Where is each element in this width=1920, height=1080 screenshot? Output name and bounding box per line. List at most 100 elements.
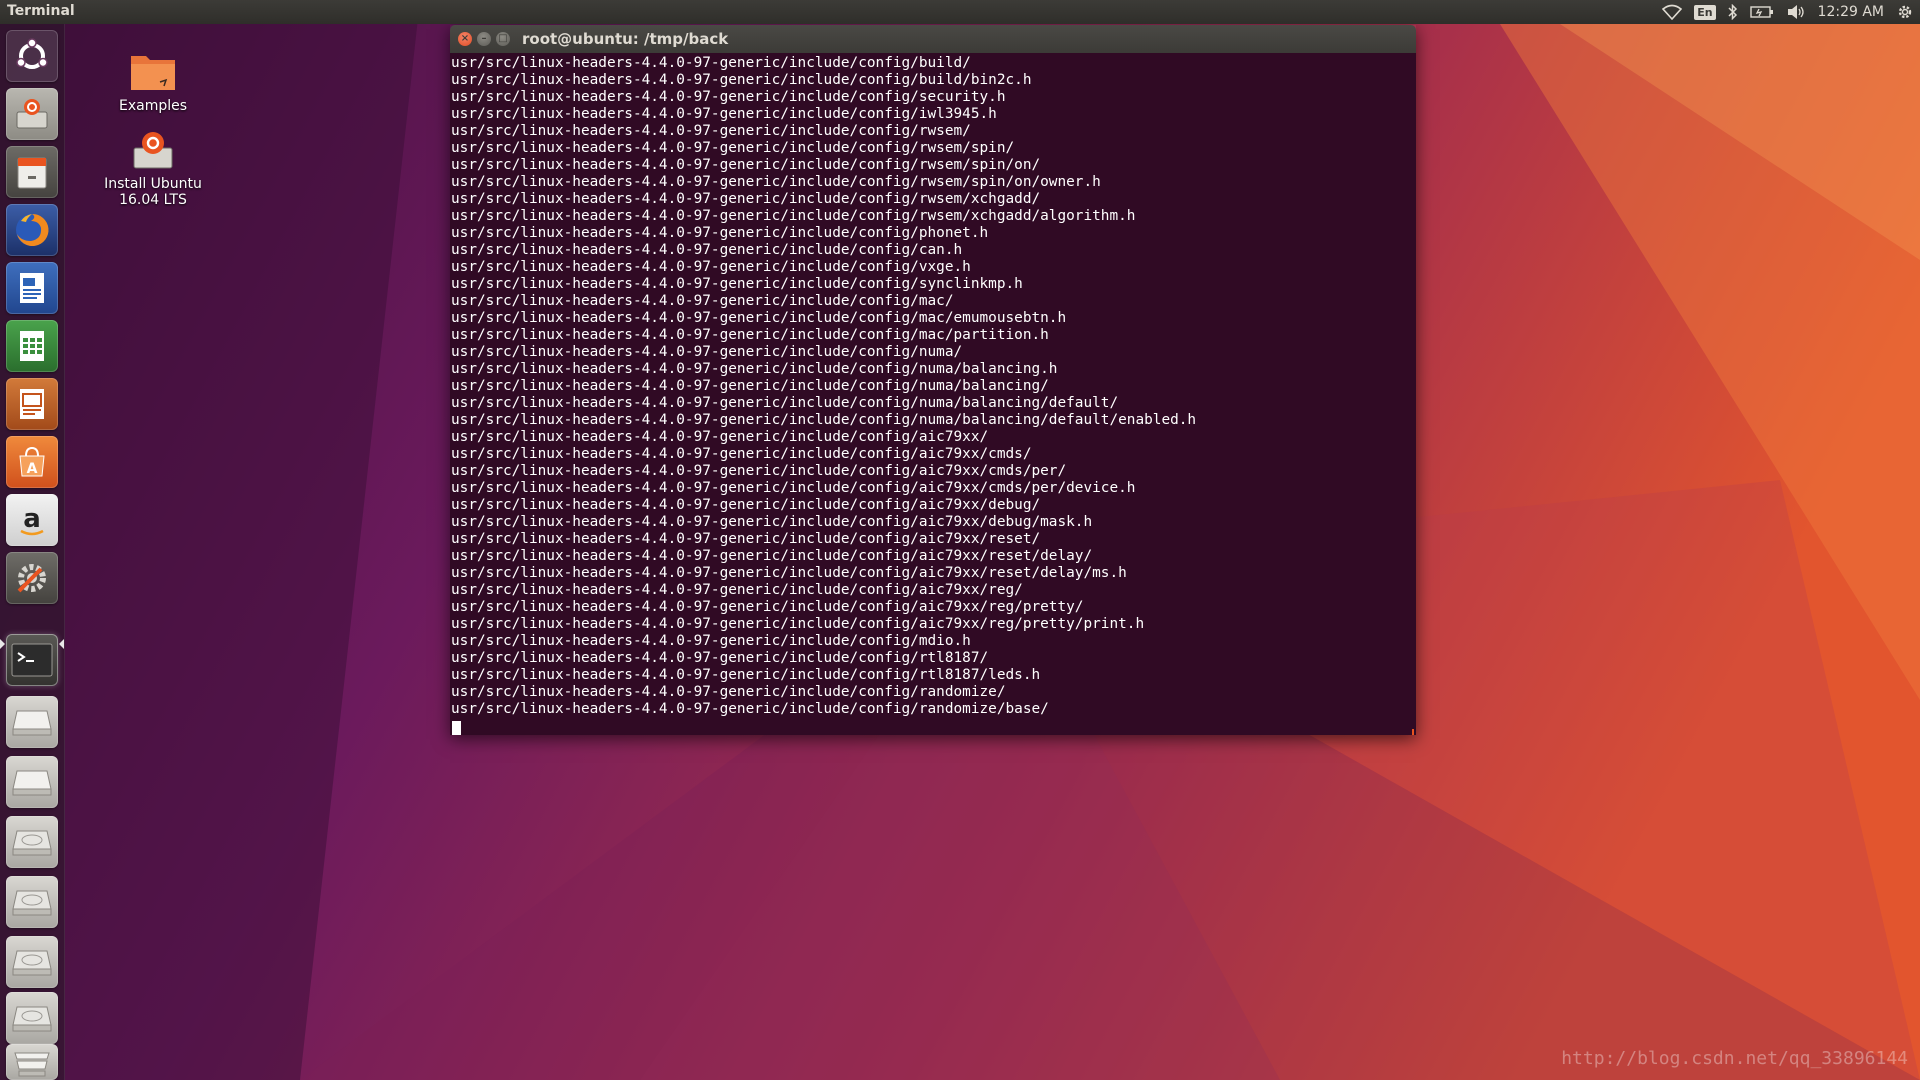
terminal-line: usr/src/linux-headers-4.4.0-97-generic/i… bbox=[451, 582, 1023, 598]
desktop-icon-label: Examples bbox=[118, 98, 188, 114]
writer-document-icon bbox=[20, 273, 44, 303]
launcher-libreoffice-writer[interactable] bbox=[6, 262, 58, 314]
minimize-button[interactable]: – bbox=[477, 32, 491, 46]
launcher-drive-3[interactable] bbox=[6, 816, 58, 868]
system-settings-icon bbox=[17, 564, 46, 593]
terminal-line: usr/src/linux-headers-4.4.0-97-generic/i… bbox=[451, 463, 1067, 479]
active-indicator-left bbox=[0, 639, 5, 649]
watermark: http://blog.csdn.net/qq_33896144 bbox=[1561, 1048, 1908, 1069]
terminal-line: usr/src/linux-headers-4.4.0-97-generic/i… bbox=[451, 565, 1127, 581]
launcher-libreoffice-calc[interactable] bbox=[6, 320, 58, 372]
software-center-icon: A bbox=[19, 446, 45, 477]
launcher-trash[interactable] bbox=[6, 1044, 58, 1080]
launcher-files[interactable] bbox=[6, 146, 58, 198]
terminal-line: usr/src/linux-headers-4.4.0-97-generic/i… bbox=[451, 599, 1084, 615]
desktop-icon-label-line2: 16.04 LTS bbox=[119, 192, 187, 208]
indicator-area: En 12:29 AM bbox=[1662, 0, 1914, 24]
terminal-line: usr/src/linux-headers-4.4.0-97-generic/i… bbox=[451, 157, 1041, 173]
hard-drive-icon bbox=[12, 890, 52, 916]
terminal-icon bbox=[11, 643, 53, 677]
terminal-line: usr/src/linux-headers-4.4.0-97-generic/i… bbox=[451, 327, 1049, 343]
launcher-libreoffice-impress[interactable] bbox=[6, 378, 58, 430]
close-button[interactable]: × bbox=[458, 32, 472, 46]
hard-drive-icon bbox=[12, 830, 52, 856]
maximize-button[interactable]: □ bbox=[496, 32, 510, 46]
firefox-icon bbox=[16, 213, 49, 246]
launcher-drive-6[interactable] bbox=[6, 992, 58, 1044]
file-cabinet-icon bbox=[17, 157, 47, 189]
terminal-line: usr/src/linux-headers-4.4.0-97-generic/i… bbox=[451, 684, 1006, 700]
launcher-drive-2[interactable] bbox=[6, 756, 58, 808]
scroll-indicator[interactable] bbox=[1412, 729, 1414, 735]
terminal-line: usr/src/linux-headers-4.4.0-97-generic/i… bbox=[451, 242, 963, 258]
terminal-line: usr/src/linux-headers-4.4.0-97-generic/i… bbox=[451, 174, 1101, 190]
trash-icon bbox=[14, 1052, 50, 1077]
terminal-line: usr/src/linux-headers-4.4.0-97-generic/i… bbox=[451, 310, 1067, 326]
terminal-output-area[interactable]: usr/src/linux-headers-4.4.0-97-generic/i… bbox=[450, 53, 1416, 735]
calc-spreadsheet-icon bbox=[20, 331, 44, 361]
terminal-line: usr/src/linux-headers-4.4.0-97-generic/i… bbox=[451, 514, 1093, 530]
launcher: A a bbox=[0, 24, 65, 1080]
svg-text:a: a bbox=[23, 504, 41, 534]
bluetooth-icon[interactable] bbox=[1728, 0, 1738, 24]
terminal-line: usr/src/linux-headers-4.4.0-97-generic/i… bbox=[451, 276, 1023, 292]
impress-presentation-icon bbox=[20, 389, 44, 419]
terminal-line: usr/src/linux-headers-4.4.0-97-generic/i… bbox=[451, 55, 971, 71]
terminal-line: usr/src/linux-headers-4.4.0-97-generic/i… bbox=[451, 429, 989, 445]
terminal-line: usr/src/linux-headers-4.4.0-97-generic/i… bbox=[451, 412, 1197, 428]
terminal-line: usr/src/linux-headers-4.4.0-97-generic/i… bbox=[451, 208, 1136, 224]
terminal-line: usr/src/linux-headers-4.4.0-97-generic/i… bbox=[451, 395, 1119, 411]
dash-home-button[interactable] bbox=[6, 30, 58, 82]
panel-app-title: Terminal bbox=[7, 3, 75, 19]
hard-drive-icon bbox=[12, 770, 52, 796]
keyboard-layout-indicator[interactable]: En bbox=[1694, 4, 1716, 20]
terminal-line: usr/src/linux-headers-4.4.0-97-generic/i… bbox=[451, 531, 1041, 547]
wifi-icon[interactable] bbox=[1662, 0, 1683, 24]
terminal-line: usr/src/linux-headers-4.4.0-97-generic/i… bbox=[451, 344, 963, 360]
clock[interactable]: 12:29 AM bbox=[1818, 0, 1884, 24]
launcher-ubuntu-software[interactable]: A bbox=[6, 436, 58, 488]
maximize-icon: □ bbox=[498, 33, 508, 44]
hard-drive-icon bbox=[12, 710, 52, 736]
amazon-icon: a bbox=[20, 504, 44, 536]
terminal-line: usr/src/linux-headers-4.4.0-97-generic/i… bbox=[451, 123, 971, 139]
terminal-line: usr/src/linux-headers-4.4.0-97-generic/i… bbox=[451, 72, 1032, 88]
volume-icon[interactable] bbox=[1786, 0, 1806, 24]
terminal-line: usr/src/linux-headers-4.4.0-97-generic/i… bbox=[451, 89, 1006, 105]
hard-drive-icon bbox=[12, 950, 52, 976]
installer-icon bbox=[16, 99, 48, 129]
terminal-line: usr/src/linux-headers-4.4.0-97-generic/i… bbox=[451, 378, 1049, 394]
active-indicator-right bbox=[59, 639, 64, 649]
terminal-line: usr/src/linux-headers-4.4.0-97-generic/i… bbox=[451, 616, 1145, 632]
terminal-line: usr/src/linux-headers-4.4.0-97-generic/i… bbox=[451, 548, 1093, 564]
hard-drive-icon bbox=[12, 1006, 52, 1032]
launcher-drive-5[interactable] bbox=[6, 936, 58, 988]
launcher-firefox[interactable] bbox=[6, 204, 58, 256]
launcher-amazon[interactable]: a bbox=[6, 494, 58, 546]
terminal-cursor bbox=[452, 721, 461, 735]
desktop-icon-examples[interactable]: Examples bbox=[98, 50, 208, 114]
terminal-window: × – □ root@ubuntu: /tmp/back usr/src/lin… bbox=[450, 25, 1416, 735]
terminal-line: usr/src/linux-headers-4.4.0-97-generic/i… bbox=[451, 633, 971, 649]
terminal-line: usr/src/linux-headers-4.4.0-97-generic/i… bbox=[451, 106, 997, 122]
installer-icon bbox=[133, 132, 173, 169]
launcher-system-settings[interactable] bbox=[6, 552, 58, 604]
ubuntu-logo-icon bbox=[16, 38, 48, 69]
terminal-line: usr/src/linux-headers-4.4.0-97-generic/i… bbox=[451, 140, 1015, 156]
close-icon: × bbox=[460, 33, 470, 44]
window-titlebar[interactable]: × – □ root@ubuntu: /tmp/back bbox=[450, 25, 1416, 53]
terminal-line: usr/src/linux-headers-4.4.0-97-generic/i… bbox=[451, 650, 989, 666]
launcher-drive-1[interactable] bbox=[6, 696, 58, 748]
terminal-lines: usr/src/linux-headers-4.4.0-97-generic/i… bbox=[451, 55, 1196, 718]
terminal-line: usr/src/linux-headers-4.4.0-97-generic/i… bbox=[451, 191, 1041, 207]
terminal-line: usr/src/linux-headers-4.4.0-97-generic/i… bbox=[451, 225, 989, 241]
launcher-install-ubuntu[interactable] bbox=[6, 88, 58, 140]
battery-icon[interactable] bbox=[1749, 0, 1774, 24]
desktop-icon-install-ubuntu[interactable]: Install Ubuntu 16.04 LTS bbox=[98, 128, 208, 208]
settings-gear-icon[interactable] bbox=[1896, 0, 1914, 24]
minimize-icon: – bbox=[481, 33, 487, 44]
folder-icon bbox=[131, 56, 175, 90]
launcher-drive-4[interactable] bbox=[6, 876, 58, 928]
launcher-terminal[interactable] bbox=[6, 634, 58, 686]
desktop-icon-label-line1: Install Ubuntu bbox=[104, 176, 202, 192]
